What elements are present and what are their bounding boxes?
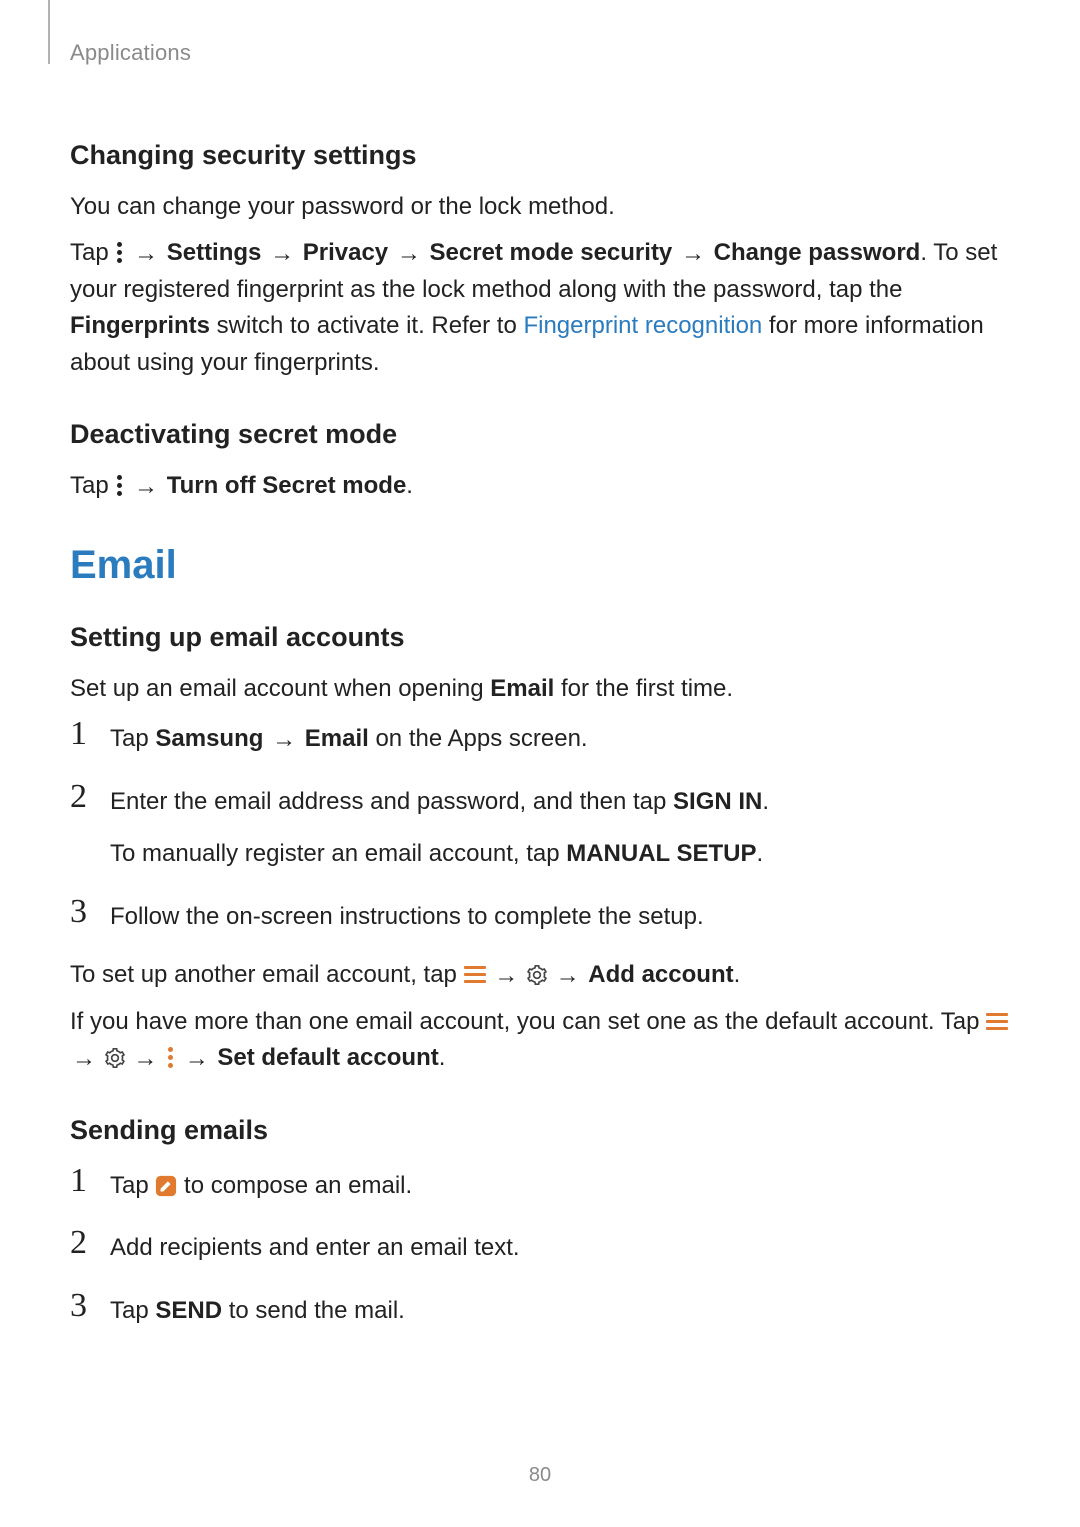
arrow-icon: → — [492, 964, 520, 988]
arrow-icon: → — [70, 1047, 98, 1071]
text-fragment: Tap — [110, 1172, 155, 1199]
link-fingerprint-recognition[interactable]: Fingerprint recognition — [523, 312, 762, 339]
list-item: 2 Enter the email address and password, … — [70, 780, 1010, 873]
more-options-icon — [115, 473, 125, 497]
app-email: Email — [490, 675, 554, 702]
step-body: Follow the on-screen instructions to com… — [110, 895, 1010, 935]
text-fragment: on the Apps screen. — [369, 725, 588, 752]
text-fragment: . — [439, 1044, 446, 1071]
step-body: Tap SEND to send the mail. — [110, 1289, 1010, 1329]
step-number: 3 — [70, 1289, 110, 1323]
page-number: 80 — [0, 1464, 1080, 1487]
step-number: 1 — [70, 717, 110, 751]
text-changing-steps: Tap → Settings → Privacy → Secret mode s… — [70, 235, 1010, 381]
step-body: Tap to compose an email. — [110, 1164, 1010, 1204]
step-body: Tap Samsung → Email on the Apps screen. — [110, 717, 1010, 757]
menu-settings: Settings — [167, 239, 262, 266]
text-fragment: for the first time. — [554, 675, 733, 702]
arrow-icon: → — [679, 242, 707, 266]
compose-icon — [155, 1175, 177, 1197]
arrow-icon: → — [268, 242, 296, 266]
menu-change-password: Change password — [714, 239, 921, 266]
arrow-icon: → — [554, 964, 582, 988]
text-fragment: . — [762, 788, 769, 815]
text-fragment: Tap — [110, 1297, 155, 1324]
section-deactivate: Deactivating secret mode Tap → Turn off … — [70, 419, 1010, 504]
text-fragment: To set up another email account, tap — [70, 961, 464, 988]
text-fragment: . — [734, 961, 741, 988]
list-item: 3 Tap SEND to send the mail. — [70, 1289, 1010, 1329]
button-send: SEND — [155, 1297, 222, 1324]
section-email: Email Setting up email accounts Set up a… — [70, 543, 1010, 1077]
arrow-icon: → — [183, 1047, 211, 1071]
hamburger-icon — [986, 1013, 1008, 1031]
step-number: 3 — [70, 895, 110, 929]
text-fragment: Tap — [110, 725, 155, 752]
menu-set-default-account: Set default account — [217, 1044, 438, 1071]
text-deactivate: Tap → Turn off Secret mode. — [70, 468, 1010, 504]
arrow-icon: → — [132, 242, 160, 266]
list-item: 1 Tap to compose an email. — [70, 1164, 1010, 1204]
text-fragment: . — [756, 840, 763, 867]
arrow-icon: → — [395, 242, 423, 266]
app-email: Email — [305, 725, 369, 752]
gear-icon — [527, 965, 547, 985]
menu-privacy: Privacy — [303, 239, 388, 266]
setup-steps-list: 1 Tap Samsung → Email on the Apps screen… — [70, 717, 1010, 935]
button-manual-setup: MANUAL SETUP — [566, 840, 756, 867]
page-header: Applications — [70, 40, 1010, 80]
menu-add-account: Add account — [588, 961, 733, 988]
heading-deactivate: Deactivating secret mode — [70, 419, 1010, 450]
arrow-icon: → — [132, 475, 160, 499]
step-subline: To manually register an email account, t… — [110, 836, 1010, 872]
page: Applications Changing security settings … — [0, 0, 1080, 1527]
gear-icon — [105, 1048, 125, 1068]
heading-changing-security: Changing security settings — [70, 140, 1010, 171]
step-number: 1 — [70, 1164, 110, 1198]
list-item: 2 Add recipients and enter an email text… — [70, 1226, 1010, 1266]
text-fragment: Tap — [70, 472, 115, 499]
more-options-icon — [166, 1045, 176, 1069]
text-fragment: Set up an email account when opening — [70, 675, 490, 702]
text-fragment: Enter the email address and password, an… — [110, 788, 673, 815]
list-item: 3 Follow the on-screen instructions to c… — [70, 895, 1010, 935]
hamburger-icon — [464, 966, 486, 984]
app-samsung: Samsung — [155, 725, 263, 752]
arrow-icon: → — [131, 1047, 159, 1071]
text-fragment: switch to activate it. Refer to — [210, 312, 523, 339]
heading-email: Email — [70, 543, 1010, 588]
sending-steps-list: 1 Tap to compose an email. 2 Add recipie… — [70, 1164, 1010, 1329]
text-changing-intro: You can change your password or the lock… — [70, 189, 1010, 225]
heading-setup-accounts: Setting up email accounts — [70, 622, 1010, 653]
text-setup-intro: Set up an email account when opening Ema… — [70, 671, 1010, 707]
text-fragment: Tap — [70, 239, 115, 266]
section-sending: Sending emails 1 Tap to compose an email… — [70, 1115, 1010, 1329]
more-options-icon — [115, 240, 125, 264]
menu-turn-off-secret: Turn off Secret mode — [167, 472, 407, 499]
text-fragment: to compose an email. — [184, 1172, 412, 1199]
text-fragment: If you have more than one email account,… — [70, 1008, 986, 1035]
text-set-default: If you have more than one email account,… — [70, 1004, 1010, 1077]
step-number: 2 — [70, 1226, 110, 1260]
header-label: Applications — [70, 40, 1010, 66]
text-fragment: . — [406, 472, 413, 499]
label-fingerprints: Fingerprints — [70, 312, 210, 339]
list-item: 1 Tap Samsung → Email on the Apps screen… — [70, 717, 1010, 757]
arrow-icon: → — [270, 728, 298, 752]
header-rule — [48, 0, 50, 64]
text-add-account: To set up another email account, tap → →… — [70, 957, 1010, 993]
section-changing-security: Changing security settings You can chang… — [70, 140, 1010, 381]
step-body: Enter the email address and password, an… — [110, 780, 1010, 873]
text-fragment: to send the mail. — [222, 1297, 405, 1324]
step-number: 2 — [70, 780, 110, 814]
button-sign-in: SIGN IN — [673, 788, 762, 815]
step-body: Add recipients and enter an email text. — [110, 1226, 1010, 1266]
text-fragment: To manually register an email account, t… — [110, 840, 566, 867]
heading-sending: Sending emails — [70, 1115, 1010, 1146]
menu-secret-mode-security: Secret mode security — [430, 239, 673, 266]
